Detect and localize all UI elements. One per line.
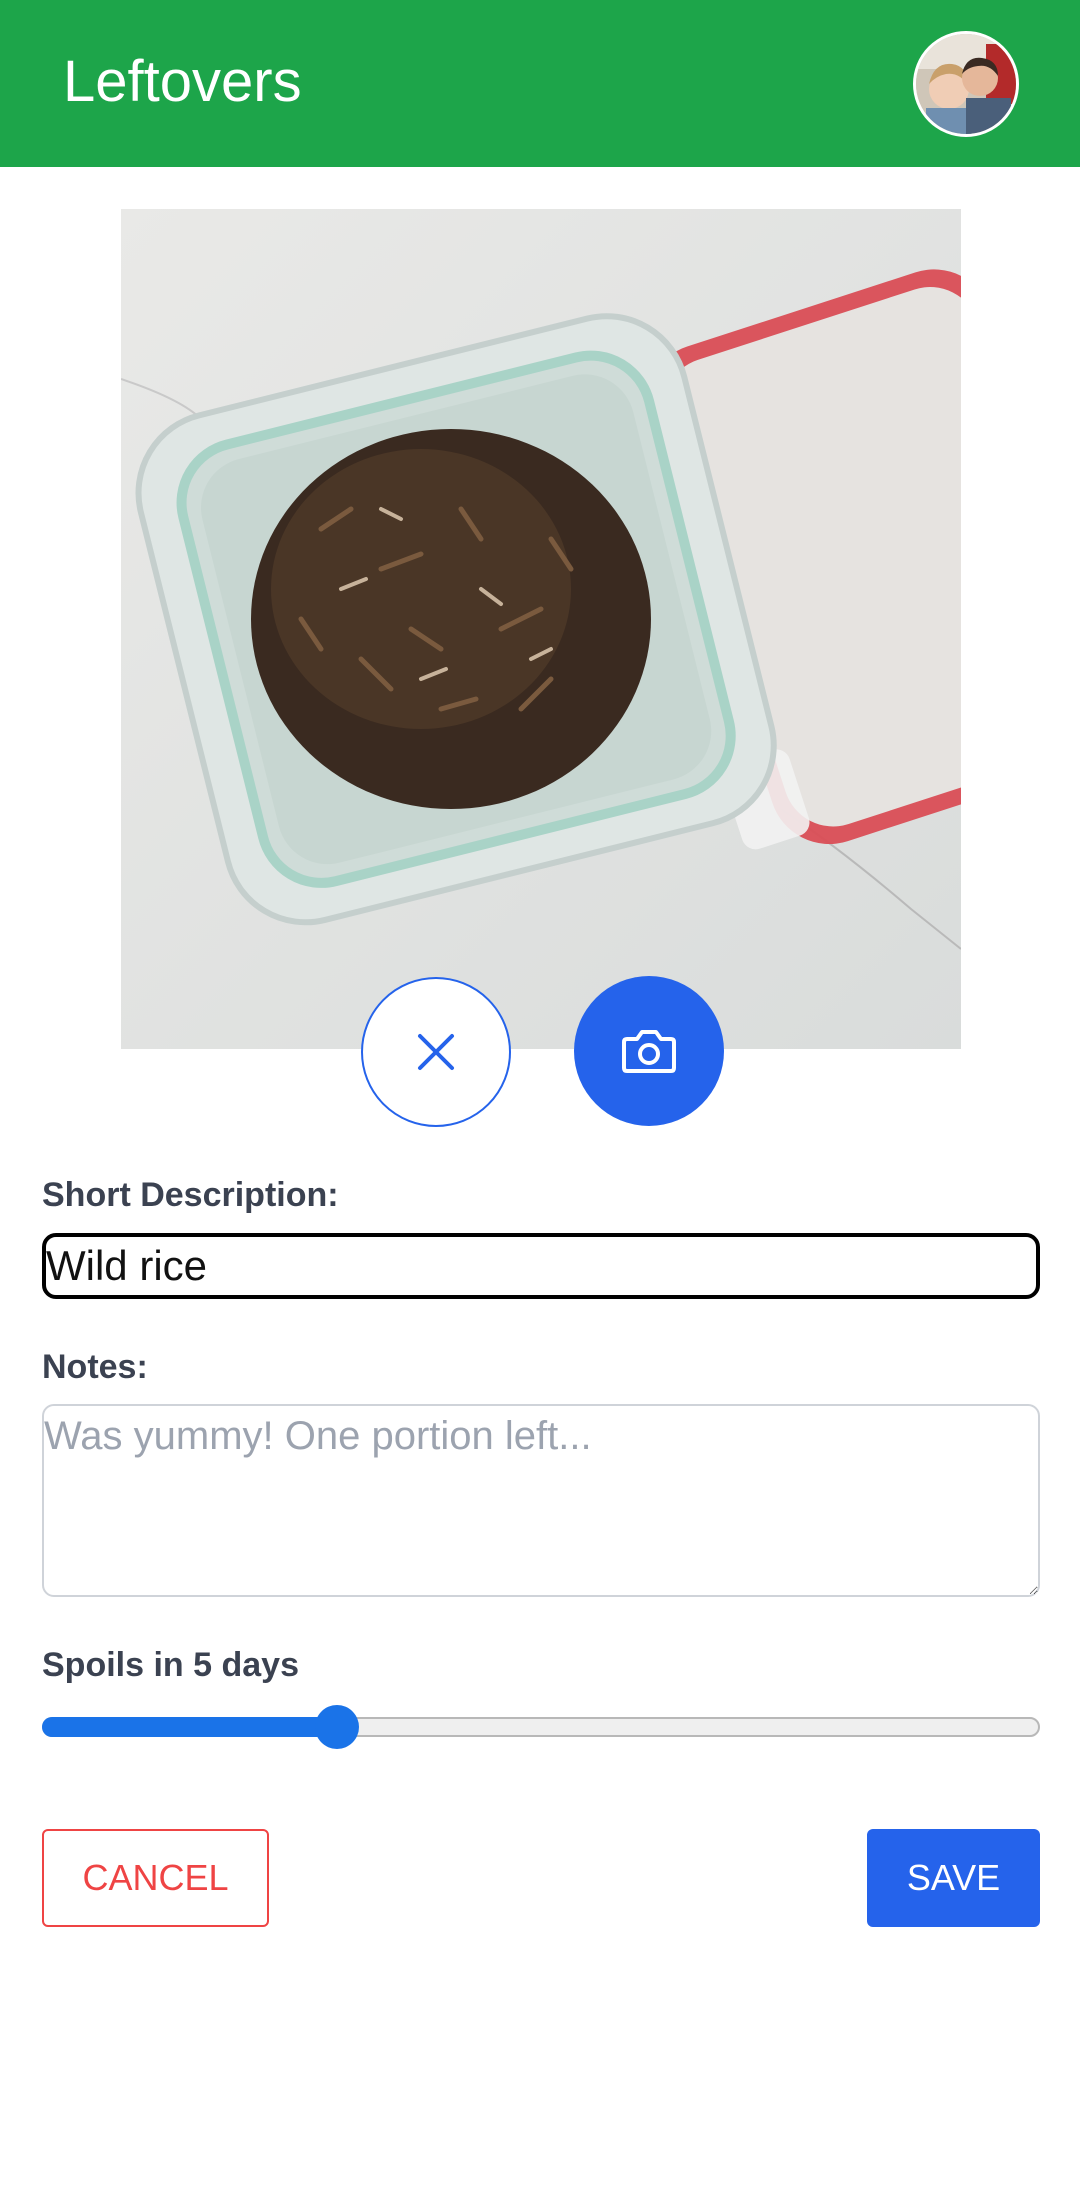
camera-icon (622, 1030, 676, 1073)
take-photo-button[interactable] (574, 976, 724, 1126)
remove-photo-button[interactable] (361, 977, 511, 1127)
spoils-slider-thumb[interactable] (315, 1705, 359, 1749)
spoils-slider-fill (42, 1717, 337, 1737)
notes-textarea[interactable] (42, 1404, 1040, 1597)
app-title: Leftovers (63, 49, 302, 114)
user-avatar[interactable] (913, 31, 1019, 137)
spoils-label: Spoils in 5 days (42, 1646, 299, 1684)
app-bar: Leftovers (0, 0, 1080, 167)
short-description-label: Short Description: (42, 1176, 339, 1214)
save-button[interactable]: SAVE (867, 1829, 1040, 1927)
notes-label: Notes: (42, 1348, 148, 1386)
spoils-slider[interactable] (42, 1705, 1040, 1749)
leftover-image (121, 209, 961, 1049)
cancel-button[interactable]: CANCEL (42, 1829, 269, 1927)
close-icon (418, 1034, 454, 1070)
short-description-input[interactable] (42, 1233, 1040, 1299)
avatar-photo (916, 34, 1016, 134)
food-photo (121, 209, 961, 1049)
